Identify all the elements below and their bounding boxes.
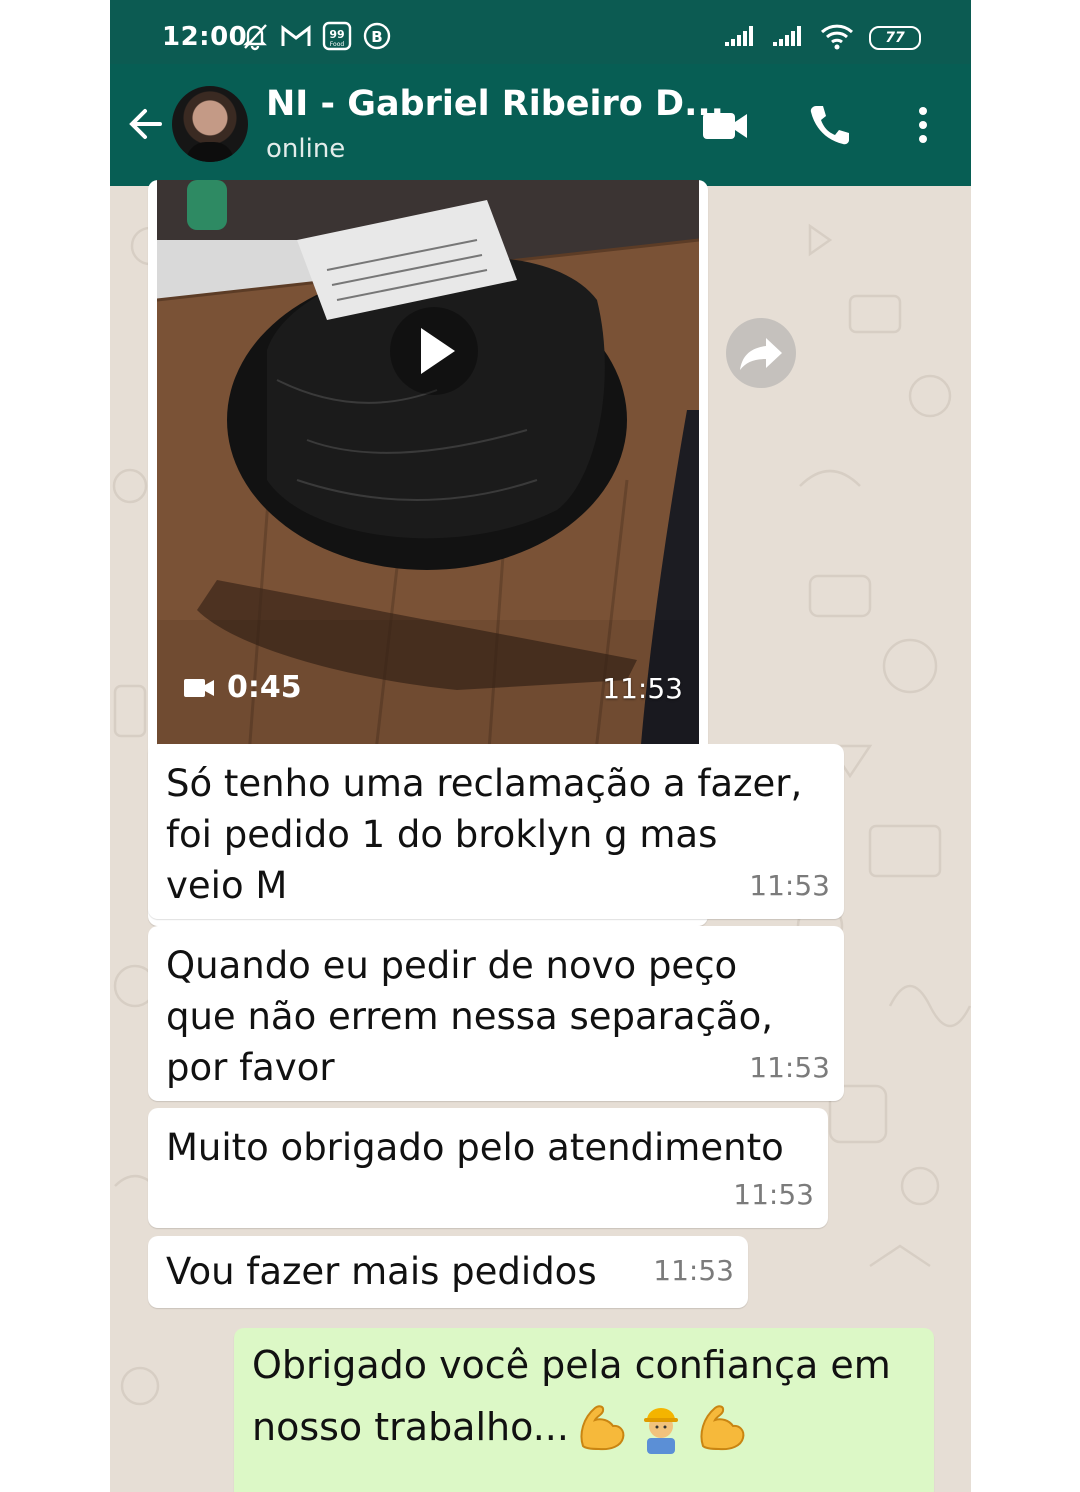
contact-status: online xyxy=(266,134,346,164)
message-time: 11:53 xyxy=(602,672,683,705)
b-badge-icon: B xyxy=(362,21,392,55)
play-button[interactable] xyxy=(389,306,479,396)
message-text: Quando eu pedir de novo peço que não err… xyxy=(166,944,773,1089)
signal-icon xyxy=(771,24,805,52)
forward-button[interactable] xyxy=(726,318,796,388)
wifi-icon xyxy=(819,22,855,54)
notification-icons: 99 Food B xyxy=(240,21,392,55)
battery-level: 77 xyxy=(885,30,905,46)
message-text: Só tenho uma reclamação a fazer, foi ped… xyxy=(166,762,803,907)
message-bubble-incoming[interactable]: Vou fazer mais pedidos 11:53 xyxy=(148,1236,748,1308)
video-camera-icon xyxy=(184,678,214,697)
svg-text:99: 99 xyxy=(329,28,344,41)
avatar[interactable] xyxy=(172,86,248,162)
phone-icon xyxy=(810,106,849,145)
flexed-biceps-icon xyxy=(573,1398,629,1472)
battery-icon: 77 xyxy=(869,26,921,50)
message-text: Vou fazer mais pedidos xyxy=(166,1250,597,1293)
more-vertical-icon xyxy=(919,107,927,143)
status-bar: 12:00 99 Food B 77 xyxy=(110,0,971,64)
muted-bell-icon xyxy=(240,21,270,55)
message-time: 11:53 xyxy=(749,869,830,902)
message-bubble-outgoing[interactable]: Obrigado você pela confiança em nosso tr… xyxy=(234,1328,934,1492)
99food-icon: 99 Food xyxy=(322,21,352,55)
message-bubble-incoming[interactable]: Quando eu pedir de novo peço que não err… xyxy=(148,926,844,1101)
video-duration: 0:45 xyxy=(183,670,302,705)
video-call-button[interactable] xyxy=(700,100,750,150)
message-text: Obrigado você pela confiança em nosso tr… xyxy=(252,1343,891,1449)
chat-header: NI - Gabriel Ribeiro D... online xyxy=(110,64,971,186)
svg-text:Food: Food xyxy=(330,41,345,48)
chat-area[interactable]: 0:45 11:53 Só tenho uma reclamação a faz… xyxy=(110,180,971,1492)
arrow-left-icon xyxy=(129,109,162,139)
flexed-biceps-icon xyxy=(693,1398,749,1472)
share-arrow-icon xyxy=(740,338,782,370)
status-time: 12:00 xyxy=(162,22,248,52)
whatsapp-screen: 12:00 99 Food B 77 NI - Gabriel Ribeiro … xyxy=(110,0,971,1492)
message-time: 11:53 xyxy=(733,1178,814,1211)
message-text: Muito obrigado pelo atendimento xyxy=(166,1126,784,1169)
message-bubble-incoming[interactable]: Só tenho uma reclamação a fazer, foi ped… xyxy=(148,744,844,919)
message-bubble-incoming[interactable]: Muito obrigado pelo atendimento 11:53 xyxy=(148,1108,828,1228)
more-options-button[interactable] xyxy=(898,100,948,150)
play-icon xyxy=(390,307,478,395)
video-duration-label: 0:45 xyxy=(227,670,302,705)
contact-name[interactable]: NI - Gabriel Ribeiro D... xyxy=(266,84,724,124)
system-icons: 77 xyxy=(723,22,921,54)
message-time: 11:53 xyxy=(653,1254,734,1287)
svg-text:B: B xyxy=(371,28,382,46)
back-button[interactable] xyxy=(124,102,168,146)
message-time: 11:53 xyxy=(749,1051,830,1084)
voice-call-button[interactable] xyxy=(804,100,854,150)
gmail-icon xyxy=(280,23,312,53)
signal-icon xyxy=(723,24,757,52)
construction-worker-icon xyxy=(633,1398,689,1472)
video-camera-icon xyxy=(703,113,747,139)
